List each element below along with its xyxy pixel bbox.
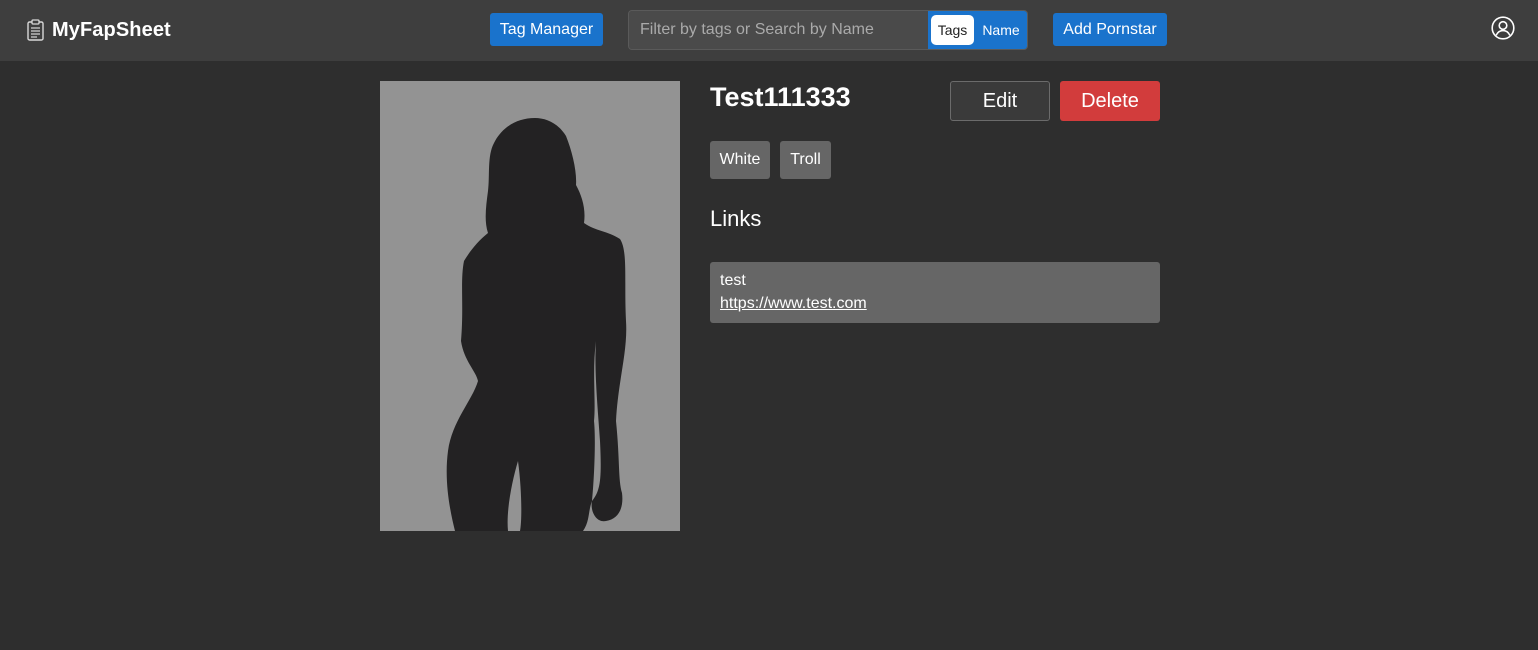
- toggle-tags-button[interactable]: Tags: [931, 15, 974, 45]
- links-heading: Links: [710, 206, 762, 231]
- profile-photo: [380, 81, 680, 531]
- search-mode-toggle: Tags Name: [928, 11, 1027, 49]
- link-card: test https://www.test.com: [710, 262, 1160, 323]
- tag-manager-button[interactable]: Tag Manager: [490, 13, 603, 46]
- clipboard-icon: [27, 19, 44, 41]
- delete-button[interactable]: Delete: [1060, 81, 1160, 121]
- brand-name: MyFapSheet: [52, 18, 171, 41]
- brand[interactable]: MyFapSheet: [26, 16, 171, 44]
- silhouette-icon: [446, 118, 627, 531]
- toggle-name-button[interactable]: Name: [978, 15, 1024, 45]
- search-group: Tags Name: [628, 10, 1028, 50]
- link-url[interactable]: https://www.test.com: [720, 294, 867, 313]
- navbar: MyFapSheet Tag Manager Tags Name Add Por…: [0, 0, 1538, 61]
- tag-chip[interactable]: White: [710, 141, 770, 179]
- search-input[interactable]: [629, 11, 929, 49]
- add-pornstar-button[interactable]: Add Pornstar: [1053, 13, 1167, 46]
- user-circle-icon[interactable]: [1491, 16, 1515, 40]
- edit-button[interactable]: Edit: [950, 81, 1050, 121]
- profile-title: Test111333: [710, 82, 851, 112]
- link-name: test: [720, 272, 746, 289]
- tag-chip[interactable]: Troll: [780, 141, 831, 179]
